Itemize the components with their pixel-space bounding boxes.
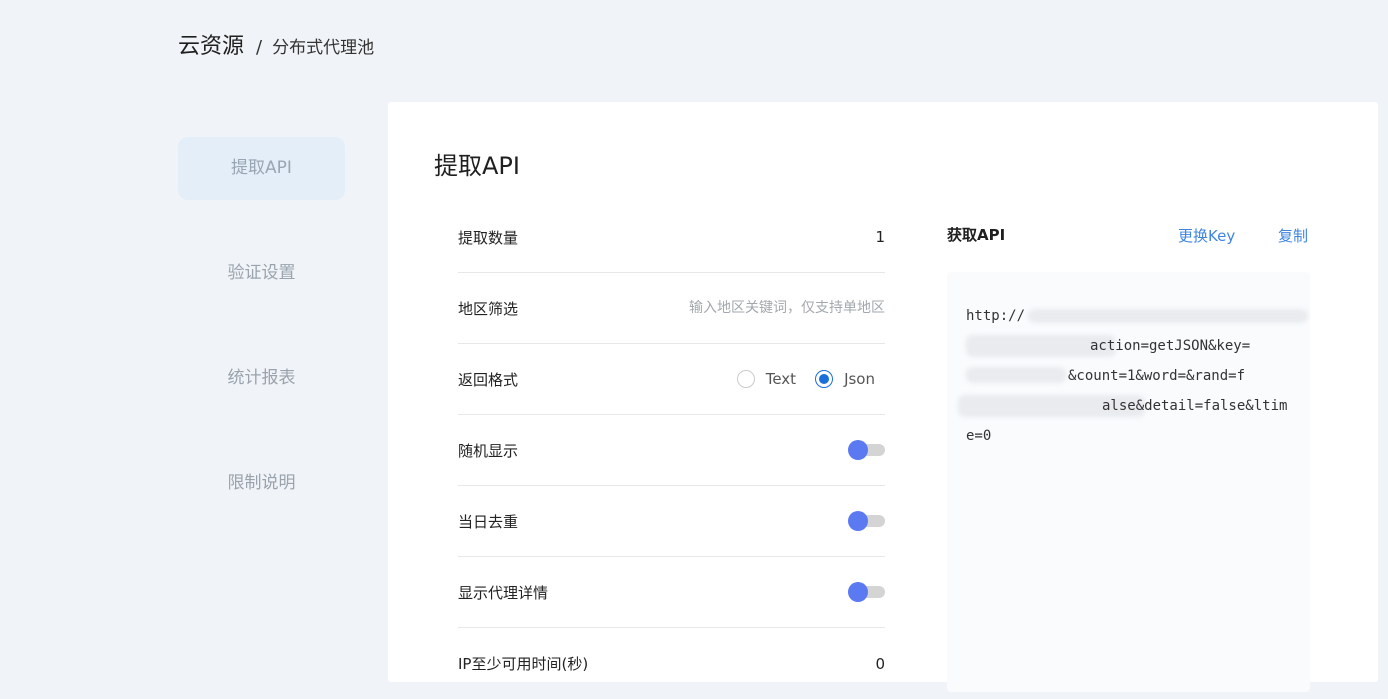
breadcrumb-current: 分布式代理池 bbox=[272, 38, 375, 58]
min-available-time-label: IP至少可用时间(秒) bbox=[458, 655, 589, 673]
breadcrumb: 云资源 / 分布式代理池 bbox=[178, 28, 374, 60]
api-url-line-1: http:// bbox=[966, 308, 1026, 324]
extract-form: 提取数量 1 地区筛选 返回格式 Text Json 随机显示 bbox=[458, 202, 885, 699]
format-radio-json-label: Json bbox=[844, 370, 875, 388]
api-url-line-3: &count=1&word=&rand=f bbox=[1068, 368, 1246, 384]
extract-count-value[interactable]: 1 bbox=[875, 228, 885, 246]
api-url-line: e=0 bbox=[966, 421, 1296, 451]
format-radio-json[interactable]: Json bbox=[815, 370, 875, 388]
form-row-region-filter: 地区筛选 bbox=[458, 273, 885, 344]
sidebar-item-limit-notes[interactable]: 限制说明 bbox=[178, 452, 345, 515]
api-url-line-4: alse&detail=false&ltim bbox=[1102, 398, 1288, 414]
api-url-line: action=getJSON&key= bbox=[966, 331, 1296, 361]
api-panel-header: 获取API 更换Key 复制 bbox=[947, 224, 1310, 250]
form-row-return-format: 返回格式 Text Json bbox=[458, 344, 885, 415]
sidebar-item-extract-api[interactable]: 提取API bbox=[178, 137, 345, 200]
api-url-box: http:// action=getJSON&key= &count=1&wor… bbox=[947, 272, 1310, 692]
toggle-knob bbox=[848, 582, 868, 602]
format-radio-text-label: Text bbox=[765, 370, 797, 388]
change-key-button[interactable]: 更换Key bbox=[1178, 225, 1235, 246]
toggle-knob bbox=[848, 511, 868, 531]
redacted-block bbox=[966, 367, 1066, 383]
sidebar-item-statistics[interactable]: 统计报表 bbox=[178, 347, 345, 410]
return-format-radio-group: Text Json bbox=[718, 370, 875, 388]
show-proxy-detail-toggle[interactable] bbox=[848, 582, 885, 602]
random-display-label: 随机显示 bbox=[458, 441, 519, 460]
region-filter-input[interactable] bbox=[635, 300, 885, 316]
redacted-block bbox=[1028, 309, 1308, 323]
format-radio-text[interactable]: Text bbox=[736, 370, 797, 388]
copy-button[interactable]: 复制 bbox=[1278, 225, 1308, 246]
api-url-line: http:// bbox=[966, 301, 1308, 331]
api-url-line: alse&detail=false&ltim bbox=[958, 391, 1296, 421]
extract-count-label: 提取数量 bbox=[458, 228, 519, 247]
sidebar-item-verify-settings[interactable]: 验证设置 bbox=[178, 242, 345, 305]
api-url-text[interactable]: http:// action=getJSON&key= &count=1&wor… bbox=[958, 301, 1308, 451]
min-available-time-value[interactable]: 0 bbox=[875, 655, 885, 673]
api-panel-title: 获取API bbox=[947, 226, 1006, 244]
show-proxy-detail-label: 显示代理详情 bbox=[458, 583, 549, 602]
form-row-extract-count: 提取数量 1 bbox=[458, 202, 885, 273]
form-row-show-proxy-detail: 显示代理详情 bbox=[458, 557, 885, 628]
random-display-toggle[interactable] bbox=[848, 440, 885, 460]
region-filter-label: 地区筛选 bbox=[458, 299, 519, 318]
radio-unchecked-icon[interactable] bbox=[736, 370, 755, 388]
breadcrumb-root[interactable]: 云资源 bbox=[178, 28, 244, 60]
toggle-knob bbox=[848, 440, 868, 460]
api-url-line-2: action=getJSON&key= bbox=[1090, 338, 1251, 354]
daily-dedup-label: 当日去重 bbox=[458, 512, 519, 531]
radio-checked-icon[interactable] bbox=[815, 370, 834, 388]
form-row-daily-dedup: 当日去重 bbox=[458, 486, 885, 557]
api-url-line: &count=1&word=&rand=f bbox=[966, 361, 1296, 391]
api-url-line-5: e=0 bbox=[966, 428, 992, 444]
daily-dedup-toggle[interactable] bbox=[848, 511, 885, 531]
form-row-min-available-time: IP至少可用时间(秒) 0 bbox=[458, 628, 885, 699]
form-row-random-display: 随机显示 bbox=[458, 415, 885, 486]
page-title: 提取API bbox=[434, 152, 520, 180]
side-nav: 提取API 验证设置 统计报表 限制说明 bbox=[178, 137, 345, 557]
main-card: 提取API 提取数量 1 地区筛选 返回格式 Text Json bbox=[388, 102, 1378, 692]
return-format-label: 返回格式 bbox=[458, 370, 519, 389]
breadcrumb-separator: / bbox=[256, 37, 263, 58]
